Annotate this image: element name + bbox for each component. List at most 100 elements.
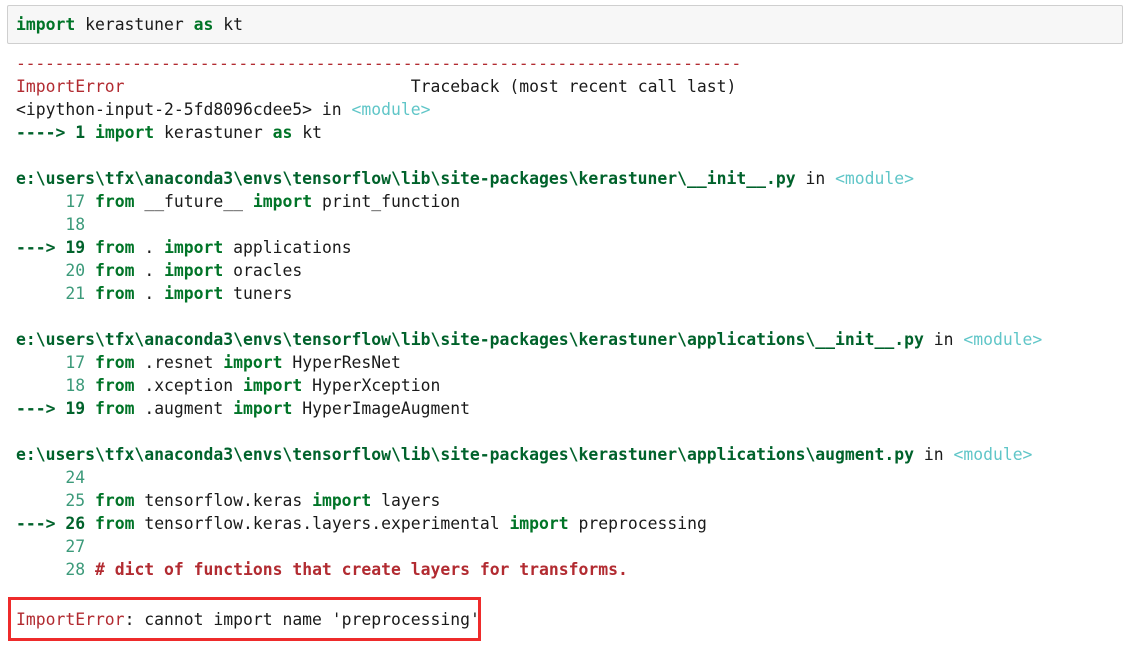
line-number: 28 — [65, 560, 86, 579]
frame-in-text: in — [795, 169, 836, 188]
traceback-header: ImportError Traceback (most recent call … — [16, 75, 1125, 98]
line-number: 17 — [65, 192, 86, 211]
keyword: as — [272, 123, 293, 142]
keyword: from — [94, 261, 135, 280]
module-alias: kt — [213, 15, 243, 34]
frame-module: <module> — [963, 330, 1043, 349]
code-text: .xception — [134, 376, 244, 395]
keyword: from — [94, 399, 135, 418]
input-code-line[interactable]: import kerastuner as kt — [16, 15, 243, 35]
keyword: from — [94, 514, 135, 533]
keyword: from — [94, 192, 135, 211]
frame-file[interactable]: e:\users\tfx\anaconda3\envs\tensorflow\l… — [16, 330, 924, 349]
frame-location: e:\users\tfx\anaconda3\envs\tensorflow\l… — [16, 443, 1125, 466]
keyword: import — [94, 123, 155, 142]
code-text: __future__ — [134, 192, 253, 211]
keyword: import — [233, 399, 293, 418]
code-text: HyperResNet — [282, 353, 401, 372]
code-input-cell[interactable]: import kerastuner as kt — [7, 5, 1123, 44]
code-line: 18 — [16, 213, 1125, 236]
keyword: import — [252, 192, 313, 211]
line-number: 19 — [65, 238, 86, 257]
code-line: 21 from . import tuners — [16, 282, 1125, 305]
code-line: ---> 26 from tensorflow.keras.layers.exp… — [16, 512, 1125, 535]
code-line: 28 # dict of functions that create layer… — [16, 558, 1125, 581]
line-number: 24 — [65, 468, 86, 487]
code-text: oracles — [223, 261, 303, 280]
code-text: print_function — [312, 192, 461, 211]
code-line: ---> 19 from .augment import HyperImageA… — [16, 397, 1125, 420]
code-text: .resnet — [134, 353, 224, 372]
code-text: . — [134, 238, 165, 257]
code-line: 27 — [16, 535, 1125, 558]
code-text: . — [134, 261, 165, 280]
keyword: from — [94, 353, 135, 372]
frame-module: <module> — [953, 445, 1033, 464]
line-number: 19 — [65, 399, 86, 418]
code-line: 17 from .resnet import HyperResNet — [16, 351, 1125, 374]
frame-location: e:\users\tfx\anaconda3\envs\tensorflow\l… — [16, 167, 1125, 190]
final-error-line: ImportError: cannot import name 'preproc… — [16, 608, 480, 631]
code-line: 20 from . import oracles — [16, 259, 1125, 282]
current-line-arrow: ----> — [16, 123, 76, 142]
frame-in-text: in — [312, 100, 352, 119]
code-text: HyperXception — [302, 376, 441, 395]
code-text: HyperImageAugment — [292, 399, 470, 418]
frame-file[interactable]: e:\users\tfx\anaconda3\envs\tensorflow\l… — [16, 445, 914, 464]
line-number: 25 — [65, 491, 86, 510]
frame-file[interactable]: e:\users\tfx\anaconda3\envs\tensorflow\l… — [16, 169, 796, 188]
frame-in-text: in — [914, 445, 954, 464]
code-line: 24 — [16, 466, 1125, 489]
traceback-output: ----------------------------------------… — [16, 52, 1125, 581]
keyword: import — [223, 353, 283, 372]
keyword: import — [243, 376, 303, 395]
current-line-arrow: ---> — [16, 514, 66, 533]
code-comment: # dict of functions that create layers f… — [94, 560, 628, 579]
line-number: 1 — [75, 123, 86, 142]
module-name: kerastuner — [75, 15, 194, 34]
keyword: import — [164, 238, 224, 257]
final-error-message: : cannot import name 'preprocessing' — [124, 610, 480, 629]
keyword: import — [164, 261, 224, 280]
line-number: 26 — [65, 514, 86, 533]
code-text: . — [134, 284, 165, 303]
keyword: from — [94, 238, 135, 257]
code-text: layers — [371, 491, 441, 510]
code-text: kerastuner — [154, 123, 273, 142]
code-line: 17 from __future__ import print_function — [16, 190, 1125, 213]
keyword-import: import — [16, 15, 76, 34]
code-text: tensorflow.keras — [134, 491, 313, 510]
code-line: 25 from tensorflow.keras import layers — [16, 489, 1125, 512]
keyword: from — [94, 284, 135, 303]
keyword-as: as — [193, 15, 214, 34]
traceback-separator: ----------------------------------------… — [16, 54, 742, 73]
traceback-header-text: Traceback (most recent call last) — [410, 77, 737, 96]
frame-module: <module> — [351, 100, 431, 119]
error-type: ImportError — [16, 77, 125, 96]
keyword: from — [94, 376, 135, 395]
frame-in-text: in — [923, 330, 964, 349]
code-text: tensorflow.keras.layers.experimental — [134, 514, 510, 533]
line-number: 18 — [65, 376, 86, 395]
current-line-arrow: ---> — [16, 399, 66, 418]
code-text: tuners — [223, 284, 293, 303]
line-number: 20 — [65, 261, 86, 280]
code-line: ---> 19 from . import applications — [16, 236, 1125, 259]
current-line-arrow: ---> — [16, 238, 66, 257]
keyword: import — [164, 284, 224, 303]
frame-module: <module> — [835, 169, 915, 188]
code-text: kt — [292, 123, 322, 142]
keyword: import — [509, 514, 569, 533]
code-text: preprocessing — [568, 514, 707, 533]
